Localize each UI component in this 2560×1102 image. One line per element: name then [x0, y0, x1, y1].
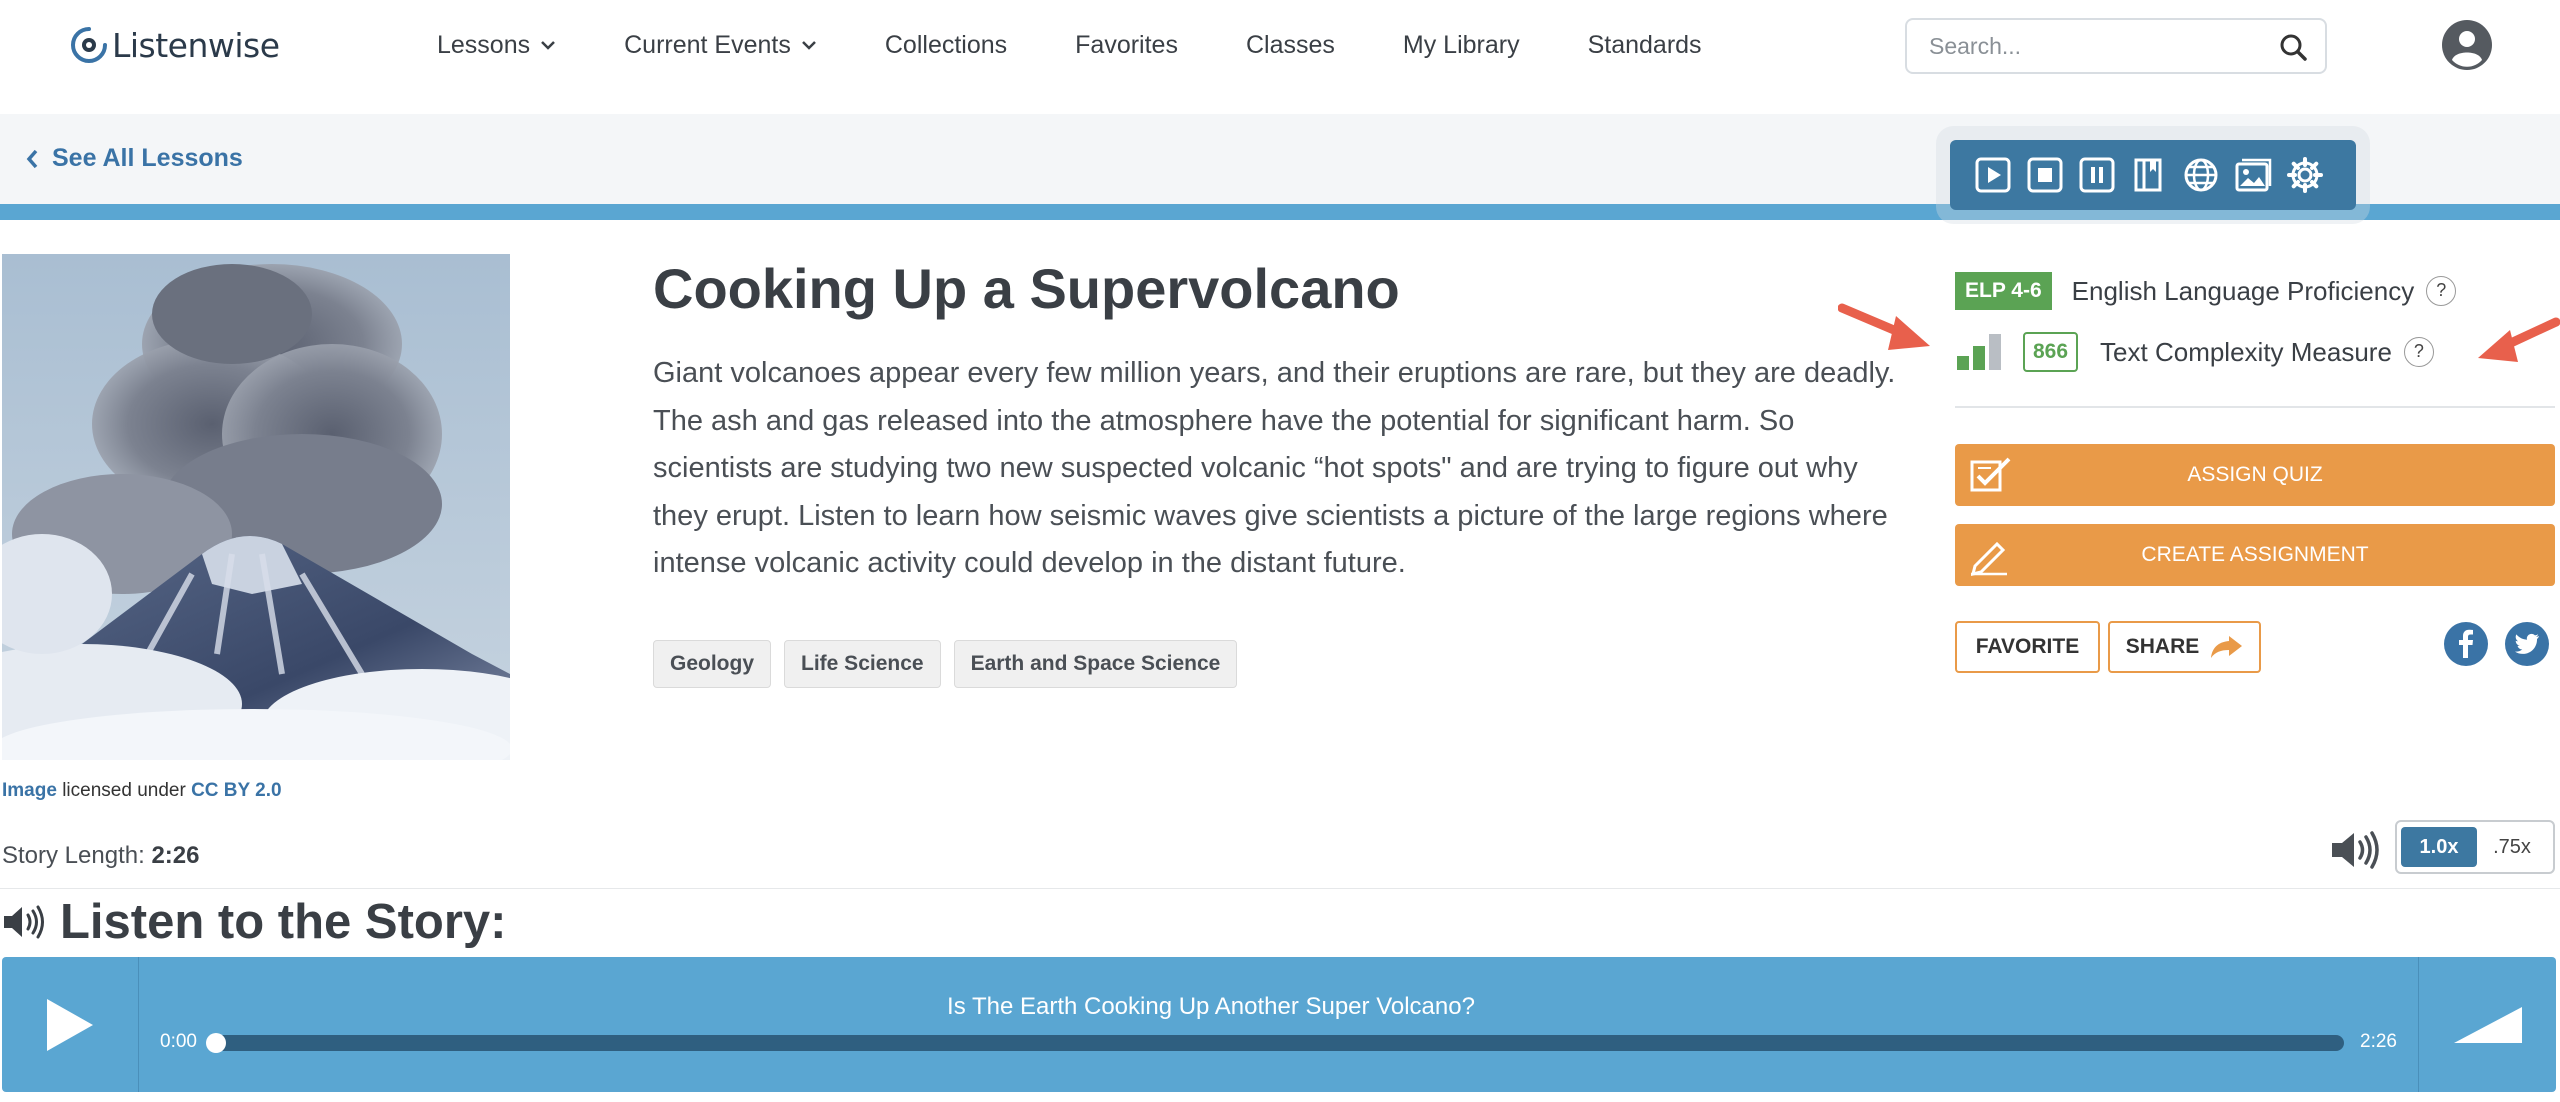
search-icon[interactable] — [2279, 33, 2307, 61]
speed-075x-button[interactable]: .75x — [2477, 827, 2547, 867]
image-source-link[interactable]: Image — [2, 780, 57, 801]
text-complexity-label: Text Complexity Measure — [2100, 336, 2392, 367]
search-input[interactable] — [1929, 32, 2269, 60]
story-length-label: Story Length: — [2, 842, 145, 869]
lesson-description: Giant volcanoes appear every few million… — [653, 357, 1896, 579]
assign-quiz-button[interactable]: ASSIGN QUIZ — [1955, 444, 2555, 506]
read-aloud-toolbar — [1950, 140, 2356, 210]
user-avatar-icon[interactable] — [2442, 20, 2492, 70]
story-length-value: 2:26 — [151, 842, 200, 869]
quiz-checklist-icon — [1970, 457, 2011, 492]
twitter-icon[interactable] — [2505, 622, 2549, 666]
volume-level-icon — [2453, 1006, 2522, 1043]
speaker-icon — [4, 905, 44, 939]
lexile-score-badge: 866 — [2023, 332, 2079, 372]
panel-divider — [1955, 406, 2555, 408]
progress-handle[interactable] — [206, 1033, 226, 1053]
license-link[interactable]: CC BY 2.0 — [191, 780, 281, 801]
play-icon[interactable] — [1974, 156, 2012, 194]
play-icon — [47, 998, 93, 1051]
nav-item-label: Collections — [884, 30, 1008, 59]
speaker-icon[interactable] — [2330, 830, 2382, 870]
listenwise-logo[interactable]: Listenwise — [70, 22, 280, 68]
nav-item-my-library[interactable]: My Library — [1403, 31, 1520, 60]
logo-ear-icon — [71, 27, 107, 63]
favorite-button[interactable]: FAVORITE — [1955, 621, 2100, 673]
complexity-bars-icon — [1957, 334, 2001, 370]
nav-item-label: Standards — [1587, 30, 1702, 59]
elp-help-button[interactable]: ? — [2426, 276, 2457, 306]
topic-tags: Geology Life Science Earth and Space Sci… — [653, 640, 1250, 688]
player-play-button[interactable] — [2, 957, 139, 1092]
nav-item-collections[interactable]: Collections — [885, 31, 1007, 60]
nav-item-current-events[interactable]: Current Events — [624, 31, 817, 60]
elp-badge: ELP 4-6 — [1955, 272, 2052, 310]
audio-player: Is The Earth Cooking Up Another Super Vo… — [2, 957, 2556, 1092]
tag-earth-space-science[interactable]: Earth and Space Science — [953, 640, 1238, 688]
pencil-icon — [1970, 541, 2007, 576]
top-navbar: Listenwise Lessons Current Events Collec… — [0, 0, 2560, 114]
nav-item-label: Classes — [1245, 30, 1335, 59]
stop-icon[interactable] — [2026, 156, 2064, 194]
nav-item-label: Lessons — [437, 30, 531, 59]
story-length: Story Length: 2:26 — [2, 842, 199, 870]
section-divider — [0, 888, 2560, 889]
assign-quiz-label: ASSIGN QUIZ — [2187, 463, 2323, 486]
breadcrumb-label: See All Lessons — [52, 144, 243, 172]
chevron-down-icon — [801, 41, 816, 50]
listen-header: Listen to the Story: — [2, 894, 506, 950]
share-arrow-icon — [2211, 636, 2243, 658]
create-assignment-label: CREATE ASSIGNMENT — [2141, 543, 2369, 566]
nav-item-classes[interactable]: Classes — [1246, 31, 1335, 60]
image-credit: Image licensed under CC BY 2.0 — [2, 780, 282, 802]
text-complexity-row: 866 Text Complexity Measure ? — [1955, 332, 2434, 372]
lesson-image — [2, 254, 510, 760]
main-nav: Lessons Current Events Collections Favor… — [437, 0, 1770, 90]
dictionary-icon[interactable] — [2130, 156, 2168, 194]
nav-item-label: Favorites — [1075, 30, 1178, 59]
credit-text: licensed under — [62, 780, 186, 801]
nav-item-favorites[interactable]: Favorites — [1075, 31, 1178, 60]
progress-track[interactable] — [214, 1035, 2344, 1051]
listen-heading: Listen to the Story: — [60, 895, 507, 949]
nav-item-label: Current Events — [624, 30, 791, 59]
translate-globe-icon[interactable] — [2182, 156, 2220, 194]
facebook-icon[interactable] — [2444, 622, 2488, 666]
elp-label: English Language Proficiency — [2071, 275, 2415, 306]
annotation-arrow-icon — [1838, 303, 1930, 350]
favorite-label: FAVORITE — [1975, 635, 2080, 658]
track-title: Is The Earth Cooking Up Another Super Vo… — [947, 993, 1475, 1020]
complexity-help-button[interactable]: ? — [2403, 337, 2434, 367]
tag-geology[interactable]: Geology — [653, 640, 772, 688]
lesson-title: Cooking Up a Supervolcano — [653, 257, 1400, 320]
nav-item-standards[interactable]: Standards — [1588, 31, 1702, 60]
volcano-eruption-illustration — [2, 254, 510, 760]
current-time: 0:00 — [160, 1031, 197, 1052]
share-button[interactable]: SHARE — [2108, 621, 2261, 673]
volume-control[interactable] — [2418, 957, 2556, 1092]
speed-1x-button[interactable]: 1.0x — [2401, 827, 2477, 867]
nav-item-lessons[interactable]: Lessons — [437, 31, 556, 60]
annotation-arrow-icon — [2478, 317, 2560, 362]
chevron-left-icon — [26, 149, 38, 168]
playback-speed-toggle: 1.0x .75x — [2395, 820, 2555, 874]
nav-item-label: My Library — [1402, 30, 1520, 59]
search-box — [1905, 18, 2327, 74]
tag-life-science[interactable]: Life Science — [784, 640, 941, 688]
see-all-lessons-link[interactable]: See All Lessons — [26, 144, 243, 173]
brand-name: Listenwise — [112, 25, 280, 65]
pause-icon[interactable] — [2078, 156, 2116, 194]
settings-gear-icon[interactable] — [2286, 156, 2324, 194]
create-assignment-button[interactable]: CREATE ASSIGNMENT — [1955, 524, 2555, 586]
total-time: 2:26 — [2360, 1031, 2397, 1052]
chevron-down-icon — [541, 41, 556, 50]
picture-dictionary-icon[interactable] — [2234, 156, 2272, 194]
elp-row: ELP 4-6 English Language Proficiency ? — [1955, 272, 2457, 310]
share-label: SHARE — [2125, 635, 2200, 658]
